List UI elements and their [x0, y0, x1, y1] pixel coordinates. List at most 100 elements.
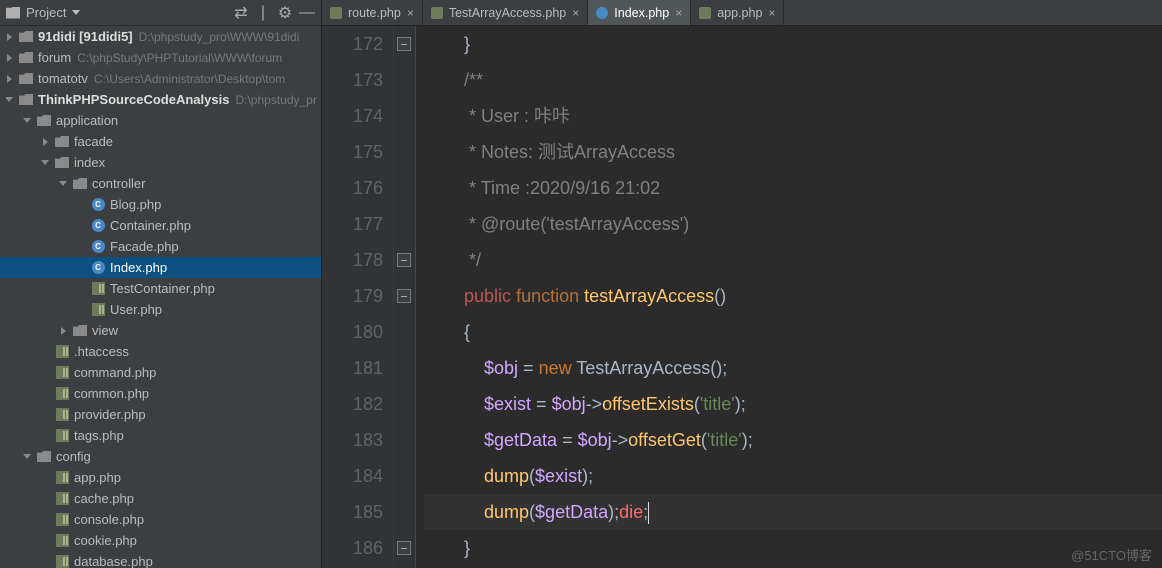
code-content[interactable]: } /** * User : 咔咔 * Notes: 测试ArrayAccess… — [416, 26, 1162, 568]
file-icon — [18, 30, 34, 44]
gear-icon[interactable]: ⚙ — [277, 5, 293, 21]
line-number[interactable]: 179 — [322, 278, 383, 314]
code-line[interactable]: /** — [424, 62, 1162, 98]
tree-label: cookie.php — [74, 533, 137, 548]
expand-arrow-icon[interactable] — [40, 160, 50, 165]
project-tree[interactable]: 91didi [91didi5]D:\phpstudy_pro\WWW\91di… — [0, 26, 321, 568]
expand-arrow-icon[interactable] — [4, 97, 14, 102]
line-number[interactable]: 177 — [322, 206, 383, 242]
line-number[interactable]: 184 — [322, 458, 383, 494]
code-line[interactable]: * @route('testArrayAccess') — [424, 206, 1162, 242]
code-line[interactable]: dump($getData);die; — [424, 494, 1162, 530]
tree-item-facade-php[interactable]: Facade.php — [0, 236, 321, 257]
code-line[interactable]: * Time :2020/9/16 21:02 — [424, 170, 1162, 206]
tree-item-index-php[interactable]: Index.php — [0, 257, 321, 278]
tree-item-forum[interactable]: forumC:\phpStudy\PHPTutorial\WWW\forum — [0, 47, 321, 68]
close-icon[interactable]: × — [675, 6, 682, 20]
fold-toggle-icon[interactable] — [397, 37, 411, 51]
tree-item-cookie-php[interactable]: cookie.php — [0, 530, 321, 551]
tree-item-index[interactable]: index — [0, 152, 321, 173]
fold-toggle-icon[interactable] — [397, 541, 411, 555]
tab-route-php[interactable]: route.php × — [322, 0, 423, 25]
expand-arrow-icon[interactable] — [22, 118, 32, 123]
close-icon[interactable]: × — [768, 6, 775, 20]
code-line[interactable]: } — [424, 26, 1162, 62]
tree-item-facade[interactable]: facade — [0, 131, 321, 152]
line-number[interactable]: 173 — [322, 62, 383, 98]
tree-item--htaccess[interactable]: .htaccess — [0, 341, 321, 362]
code-line[interactable]: $exist = $obj->offsetExists('title'); — [424, 386, 1162, 422]
close-icon[interactable]: × — [572, 6, 579, 20]
line-number[interactable]: 172 — [322, 26, 383, 62]
expand-arrow-icon[interactable] — [58, 327, 68, 335]
tree-item-container-php[interactable]: Container.php — [0, 215, 321, 236]
fold-toggle-icon[interactable] — [397, 289, 411, 303]
code-line[interactable]: * User : 咔咔 — [424, 98, 1162, 134]
expand-arrow-icon[interactable] — [58, 181, 68, 186]
code-line[interactable]: * Notes: 测试ArrayAccess — [424, 134, 1162, 170]
tab-testarrayaccess-php[interactable]: TestArrayAccess.php× — [423, 0, 588, 25]
fold-toggle-icon[interactable] — [397, 253, 411, 267]
tree-item-command-php[interactable]: command.php — [0, 362, 321, 383]
expand-arrow-icon[interactable] — [22, 454, 32, 459]
collapse-icon[interactable]: | — [255, 5, 271, 21]
line-number[interactable]: 182 — [322, 386, 383, 422]
line-number[interactable]: 178 — [322, 242, 383, 278]
panel-title[interactable]: Project — [26, 5, 66, 20]
code-line[interactable]: } — [424, 530, 1162, 566]
tree-item-user-php[interactable]: User.php — [0, 299, 321, 320]
code-line[interactable]: */ — [424, 242, 1162, 278]
line-number[interactable]: 175 — [322, 134, 383, 170]
scroll-from-source-icon[interactable]: ⇄ — [233, 5, 249, 21]
tree-item-config[interactable]: config — [0, 446, 321, 467]
tree-item-blog-php[interactable]: Blog.php — [0, 194, 321, 215]
tree-item-database-php[interactable]: database.php — [0, 551, 321, 568]
panel-header: Project ⇄ | ⚙ — — [0, 0, 321, 26]
tree-item-console-php[interactable]: console.php — [0, 509, 321, 530]
close-icon[interactable]: × — [407, 6, 414, 20]
file-type-icon — [596, 7, 608, 19]
chevron-down-icon[interactable] — [72, 10, 80, 15]
tree-item-controller[interactable]: controller — [0, 173, 321, 194]
hide-icon[interactable]: — — [299, 5, 315, 21]
tree-item-tomatotv[interactable]: tomatotvC:\Users\Administrator\Desktop\t… — [0, 68, 321, 89]
tree-label: app.php — [74, 470, 121, 485]
code-line[interactable]: public function testArrayAccess() — [424, 278, 1162, 314]
line-number[interactable]: 176 — [322, 170, 383, 206]
tree-item-testcontainer-php[interactable]: TestContainer.php — [0, 278, 321, 299]
line-number[interactable]: 180 — [322, 314, 383, 350]
code-line[interactable]: $obj = new TestArrayAccess(); — [424, 350, 1162, 386]
expand-arrow-icon[interactable] — [4, 33, 14, 41]
expand-arrow-icon[interactable] — [4, 75, 14, 83]
code-line[interactable]: dump($exist); — [424, 458, 1162, 494]
code-editor[interactable]: 1721731741751761771781791801811821831841… — [322, 26, 1162, 568]
tree-item-cache-php[interactable]: cache.php — [0, 488, 321, 509]
line-number[interactable]: 181 — [322, 350, 383, 386]
expand-arrow-icon[interactable] — [4, 54, 14, 62]
tree-label: controller — [92, 176, 145, 191]
line-number[interactable]: 183 — [322, 422, 383, 458]
expand-arrow-icon[interactable] — [40, 138, 50, 146]
file-icon — [54, 471, 70, 485]
tab-label: Index.php — [614, 6, 669, 20]
tree-item-common-php[interactable]: common.php — [0, 383, 321, 404]
code-line[interactable]: $getData = $obj->offsetGet('title'); — [424, 422, 1162, 458]
tree-item-provider-php[interactable]: provider.php — [0, 404, 321, 425]
tree-item-app-php[interactable]: app.php — [0, 467, 321, 488]
tab-label: route.php — [348, 6, 401, 20]
tree-item-view[interactable]: view — [0, 320, 321, 341]
line-number[interactable]: 174 — [322, 98, 383, 134]
tree-item-application[interactable]: application — [0, 110, 321, 131]
tab-app-php[interactable]: app.php× — [691, 0, 784, 25]
code-line[interactable]: { — [424, 314, 1162, 350]
tree-label: facade — [74, 134, 113, 149]
fold-gutter[interactable] — [394, 26, 416, 568]
file-icon — [90, 219, 106, 233]
line-number[interactable]: 185 — [322, 494, 383, 530]
tree-label: provider.php — [74, 407, 146, 422]
tree-item-tags-php[interactable]: tags.php — [0, 425, 321, 446]
line-number[interactable]: 186 — [322, 530, 383, 566]
tree-item-91didi-91didi5-[interactable]: 91didi [91didi5]D:\phpstudy_pro\WWW\91di… — [0, 26, 321, 47]
tree-item-thinkphpsourcecodeanalysis[interactable]: ThinkPHPSourceCodeAnalysisD:\phpstudy_pr — [0, 89, 321, 110]
tab-index-php[interactable]: Index.php × — [588, 0, 691, 25]
